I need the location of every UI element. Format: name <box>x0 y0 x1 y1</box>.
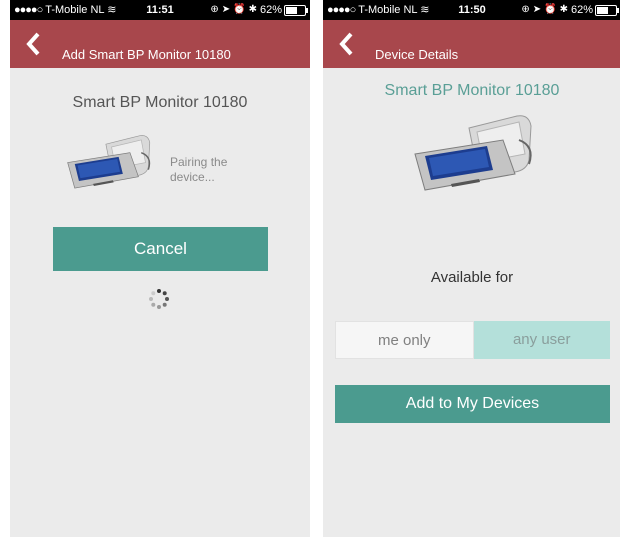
status-bar: ●●●●○ T-Mobile NL ≋ 11:51 ⊕ ➤ ⏰ ✱ 62% <box>10 0 310 20</box>
bp-monitor-image <box>67 135 151 189</box>
location-icon: ➤ <box>532 4 542 15</box>
bluetooth-icon: ✱ <box>559 4 568 15</box>
device-title: Smart BP Monitor 10180 <box>72 94 248 111</box>
cancel-button[interactable]: Cancel <box>53 227 268 271</box>
pairing-status-text: Pairing the device... <box>170 155 228 184</box>
nav-title: Add Smart BP Monitor 10180 <box>62 47 231 62</box>
segment-any-user[interactable]: any user <box>473 321 610 359</box>
battery-percent: 62% <box>570 4 593 16</box>
available-for-label: Available for <box>430 269 514 286</box>
chevron-left-icon[interactable] <box>337 30 357 58</box>
battery-icon <box>284 4 308 16</box>
rotation-lock-icon: ⊕ <box>521 4 530 15</box>
alarm-icon: ⏰ <box>233 4 246 15</box>
battery-icon <box>595 4 619 16</box>
bluetooth-icon: ✱ <box>248 4 257 15</box>
device-title: Smart BP Monitor 10180 <box>384 82 560 99</box>
alarm-icon: ⏰ <box>544 4 557 15</box>
bp-monitor-image <box>414 115 532 191</box>
nav-bar: Add Smart BP Monitor 10180 <box>10 20 310 68</box>
nav-title: Device Details <box>375 47 459 62</box>
segment-me-only[interactable]: me only <box>335 321 474 359</box>
add-to-my-devices-button[interactable]: Add to My Devices <box>335 385 610 423</box>
availability-segmented-control: me only any user <box>335 321 610 359</box>
status-bar: ●●●●○ T-Mobile NL ≋ 11:50 ⊕ ➤ ⏰ ✱ 62% <box>323 0 620 20</box>
location-icon: ➤ <box>221 4 231 15</box>
nav-bar: Device Details <box>323 20 620 68</box>
chevron-left-icon[interactable] <box>24 30 44 58</box>
rotation-lock-icon: ⊕ <box>210 4 219 15</box>
battery-percent: 62% <box>259 4 282 16</box>
loading-spinner-icon <box>149 289 169 309</box>
device-details-screen: ●●●●○ T-Mobile NL ≋ 11:50 ⊕ ➤ ⏰ ✱ 62% Dev… <box>323 0 620 537</box>
pairing-screen: ●●●●○ T-Mobile NL ≋ 11:51 ⊕ ➤ ⏰ ✱ 62% Add… <box>10 0 310 537</box>
